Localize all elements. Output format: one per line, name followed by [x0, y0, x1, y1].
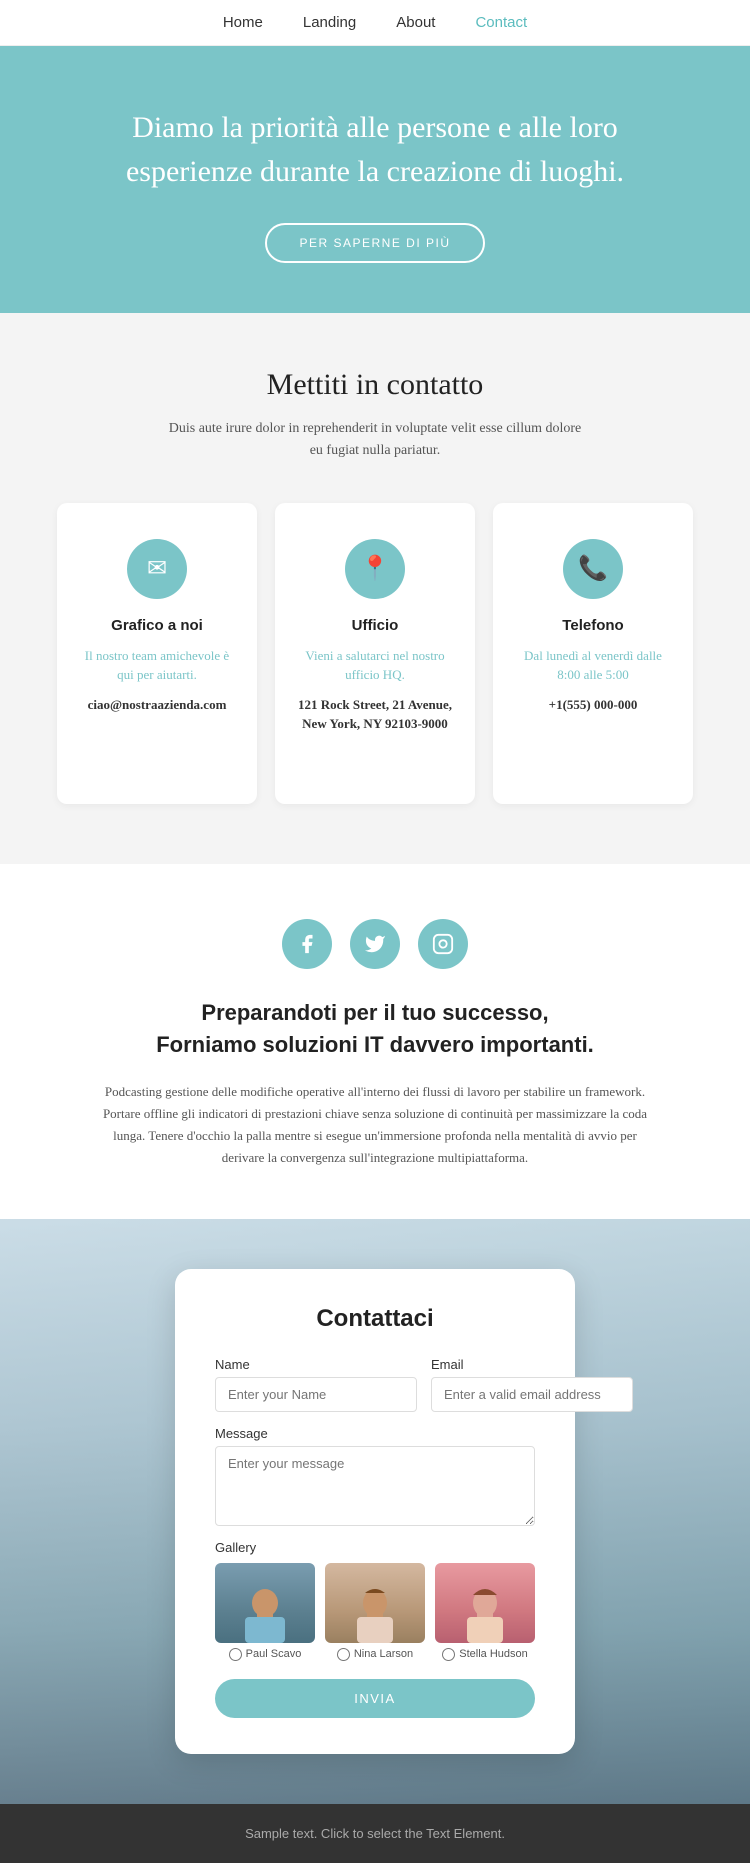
twitter-icon[interactable] — [350, 919, 400, 969]
card-phone-desc: Dal lunedì al venerdì dalle 8:00 alle 5:… — [515, 646, 671, 685]
contact-title: Mettiti in contatto — [50, 368, 700, 402]
form-group-message: Message — [215, 1426, 535, 1526]
radio-nina-input[interactable] — [337, 1648, 350, 1661]
nav-home[interactable]: Home — [223, 14, 263, 31]
gallery-item-1: Paul Scavo — [215, 1563, 315, 1661]
footer-text: Sample text. Click to select the Text El… — [22, 1826, 728, 1841]
card-phone-detail: +1(555) 000-000 — [515, 695, 671, 715]
contact-subtitle: Duis aute irure dolor in reprehenderit i… — [165, 418, 585, 463]
card-office: 📍 Ufficio Vieni a salutarci nel nostro u… — [275, 503, 475, 804]
radio-stella-input[interactable] — [442, 1648, 455, 1661]
pitch-text: Podcasting gestione delle modifiche oper… — [95, 1081, 655, 1169]
name-input[interactable] — [215, 1377, 417, 1412]
card-office-desc: Vieni a salutarci nel nostro ufficio HQ. — [297, 646, 453, 685]
phone-icon: 📞 — [563, 539, 623, 599]
contact-cards-section: Mettiti in contatto Duis aute irure dolo… — [0, 313, 750, 864]
card-email-detail: ciao@nostraazienda.com — [79, 695, 235, 715]
form-group-name: Name — [215, 1357, 417, 1412]
contact-form-card: Contattaci Name Email Message Gallery — [175, 1269, 575, 1754]
submit-button[interactable]: INVIA — [215, 1679, 535, 1718]
nav-contact[interactable]: Contact — [475, 14, 527, 31]
gallery-thumb-stella — [435, 1563, 535, 1643]
location-icon: 📍 — [345, 539, 405, 599]
gallery-item-3: Stella Hudson — [435, 1563, 535, 1661]
gallery-item-2: Nina Larson — [325, 1563, 425, 1661]
gallery-thumb-paul — [215, 1563, 315, 1643]
card-phone: 📞 Telefono Dal lunedì al venerdì dalle 8… — [493, 503, 693, 804]
card-email-title: Grafico a noi — [79, 617, 235, 634]
nav-about[interactable]: About — [396, 14, 435, 31]
form-group-email: Email — [431, 1357, 633, 1412]
card-email: ✉ Grafico a noi Il nostro team amichevol… — [57, 503, 257, 804]
email-label: Email — [431, 1357, 633, 1372]
nina-name-label: Nina Larson — [354, 1648, 413, 1660]
social-pitch-section: Preparandoti per il tuo successo,Forniam… — [0, 864, 750, 1219]
hero-button[interactable]: PER SAPERNE DI PIÙ — [265, 223, 484, 263]
card-office-detail: 121 Rock Street, 21 Avenue, New York, NY… — [297, 695, 453, 734]
gallery-label: Gallery — [215, 1540, 535, 1555]
contact-cards: ✉ Grafico a noi Il nostro team amichevol… — [50, 503, 700, 804]
hero-title: Diamo la priorità alle persone e alle lo… — [80, 106, 670, 193]
navigation: Home Landing About Contact — [0, 0, 750, 46]
form-row-name-email: Name Email — [215, 1357, 535, 1412]
radio-nina[interactable]: Nina Larson — [325, 1648, 425, 1661]
gallery-row: Paul Scavo — [215, 1563, 535, 1661]
pitch-title: Preparandoti per il tuo successo,Forniam… — [80, 997, 670, 1061]
name-label: Name — [215, 1357, 417, 1372]
form-title: Contattaci — [215, 1305, 535, 1333]
footer: Sample text. Click to select the Text El… — [0, 1804, 750, 1863]
card-phone-title: Telefono — [515, 617, 671, 634]
email-icon: ✉ — [127, 539, 187, 599]
message-textarea[interactable] — [215, 1446, 535, 1526]
facebook-icon[interactable] — [282, 919, 332, 969]
stella-name-label: Stella Hudson — [459, 1648, 528, 1660]
instagram-icon[interactable] — [418, 919, 468, 969]
message-label: Message — [215, 1426, 535, 1441]
form-section: Contattaci Name Email Message Gallery — [0, 1219, 750, 1804]
card-office-title: Ufficio — [297, 617, 453, 634]
nav-landing[interactable]: Landing — [303, 14, 356, 31]
paul-name-label: Paul Scavo — [246, 1648, 302, 1660]
social-icons — [80, 919, 670, 969]
email-input[interactable] — [431, 1377, 633, 1412]
gallery-thumb-nina — [325, 1563, 425, 1643]
radio-paul-input[interactable] — [229, 1648, 242, 1661]
card-email-desc: Il nostro team amichevole è qui per aiut… — [79, 646, 235, 685]
hero-section: Diamo la priorità alle persone e alle lo… — [0, 46, 750, 313]
radio-paul[interactable]: Paul Scavo — [215, 1648, 315, 1661]
radio-stella[interactable]: Stella Hudson — [435, 1648, 535, 1661]
gallery-section: Gallery Paul Scavo — [215, 1540, 535, 1661]
